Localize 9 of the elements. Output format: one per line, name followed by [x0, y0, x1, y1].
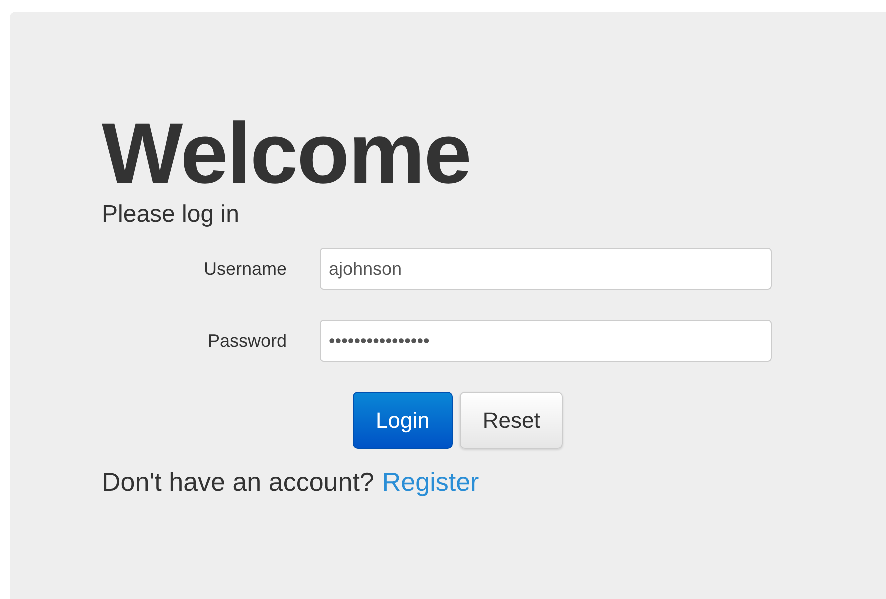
- reset-button[interactable]: Reset: [460, 392, 564, 449]
- register-prompt: Don't have an account?: [102, 467, 374, 498]
- input-field[interactable]: ••••••••••••••••: [320, 320, 772, 362]
- input-field[interactable]: ajohnson: [320, 248, 772, 290]
- field-label: Password: [206, 330, 288, 352]
- field-label: Username: [202, 258, 288, 280]
- subheading: Please log in: [102, 200, 240, 230]
- login-button[interactable]: Login: [353, 392, 453, 449]
- welcome-heading: Welcome: [102, 108, 472, 200]
